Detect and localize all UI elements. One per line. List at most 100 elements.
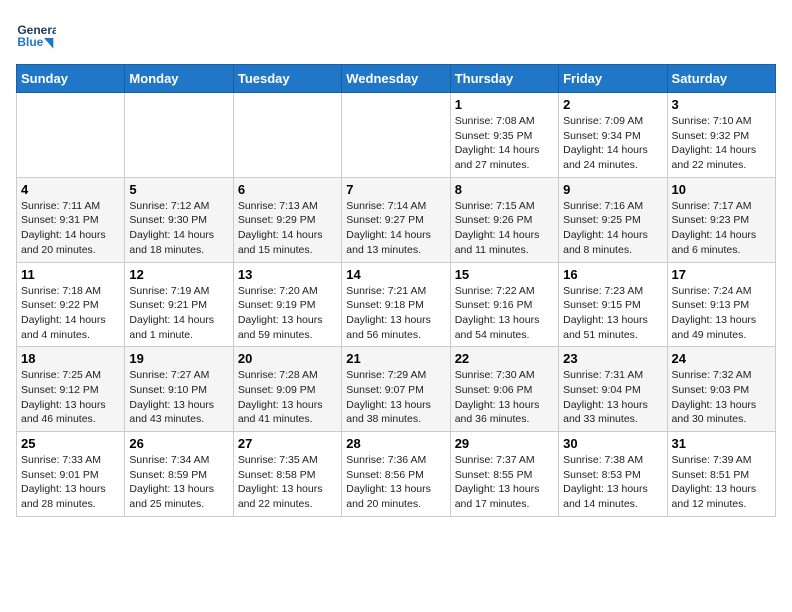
calendar-cell: 25 Sunrise: 7:33 AMSunset: 9:01 PMDayligh…	[17, 432, 125, 517]
calendar-cell: 23 Sunrise: 7:31 AMSunset: 9:04 PMDayligh…	[559, 347, 667, 432]
day-number: 23	[563, 351, 662, 366]
day-info: Sunrise: 7:22 AMSunset: 9:16 PMDaylight:…	[455, 284, 554, 343]
calendar-cell: 31 Sunrise: 7:39 AMSunset: 8:51 PMDayligh…	[667, 432, 775, 517]
calendar-cell: 10 Sunrise: 7:17 AMSunset: 9:23 PMDayligh…	[667, 177, 775, 262]
calendar-cell: 20 Sunrise: 7:28 AMSunset: 9:09 PMDayligh…	[233, 347, 341, 432]
weekday-header-wednesday: Wednesday	[342, 65, 450, 93]
day-info: Sunrise: 7:18 AMSunset: 9:22 PMDaylight:…	[21, 284, 120, 343]
day-info: Sunrise: 7:25 AMSunset: 9:12 PMDaylight:…	[21, 368, 120, 427]
day-number: 5	[129, 182, 228, 197]
calendar-cell: 17 Sunrise: 7:24 AMSunset: 9:13 PMDayligh…	[667, 262, 775, 347]
calendar-body: 1 Sunrise: 7:08 AMSunset: 9:35 PMDaylight…	[17, 93, 776, 517]
calendar-cell: 6 Sunrise: 7:13 AMSunset: 9:29 PMDaylight…	[233, 177, 341, 262]
calendar-cell: 22Sunrise: 7:30 AMSunset: 9:06 PMDayligh…	[450, 347, 558, 432]
calendar-cell: 11Sunrise: 7:18 AMSunset: 9:22 PMDayligh…	[17, 262, 125, 347]
day-info: Sunrise: 7:39 AMSunset: 8:51 PMDaylight:…	[672, 453, 771, 512]
calendar-cell	[17, 93, 125, 178]
day-info: Sunrise: 7:33 AMSunset: 9:01 PMDaylight:…	[21, 453, 120, 512]
day-number: 17	[672, 267, 771, 282]
calendar-week-5: 25 Sunrise: 7:33 AMSunset: 9:01 PMDayligh…	[17, 432, 776, 517]
calendar-cell: 28 Sunrise: 7:36 AMSunset: 8:56 PMDayligh…	[342, 432, 450, 517]
day-number: 9	[563, 182, 662, 197]
day-number: 19	[129, 351, 228, 366]
day-number: 8	[455, 182, 554, 197]
day-number: 2	[563, 97, 662, 112]
day-number: 31	[672, 436, 771, 451]
calendar-cell: 12 Sunrise: 7:19 AMSunset: 9:21 PMDayligh…	[125, 262, 233, 347]
calendar-cell: 8 Sunrise: 7:15 AMSunset: 9:26 PMDaylight…	[450, 177, 558, 262]
day-number: 28	[346, 436, 445, 451]
day-info: Sunrise: 7:09 AMSunset: 9:34 PMDaylight:…	[563, 114, 662, 173]
day-info: Sunrise: 7:28 AMSunset: 9:09 PMDaylight:…	[238, 368, 337, 427]
calendar-week-1: 1 Sunrise: 7:08 AMSunset: 9:35 PMDaylight…	[17, 93, 776, 178]
calendar-cell	[233, 93, 341, 178]
calendar-cell: 30Sunrise: 7:38 AMSunset: 8:53 PMDayligh…	[559, 432, 667, 517]
day-number: 25	[21, 436, 120, 451]
calendar-cell: 15Sunrise: 7:22 AMSunset: 9:16 PMDayligh…	[450, 262, 558, 347]
day-info: Sunrise: 7:23 AMSunset: 9:15 PMDaylight:…	[563, 284, 662, 343]
weekday-header-saturday: Saturday	[667, 65, 775, 93]
day-info: Sunrise: 7:08 AMSunset: 9:35 PMDaylight:…	[455, 114, 554, 173]
day-info: Sunrise: 7:13 AMSunset: 9:29 PMDaylight:…	[238, 199, 337, 258]
day-number: 13	[238, 267, 337, 282]
day-info: Sunrise: 7:32 AMSunset: 9:03 PMDaylight:…	[672, 368, 771, 427]
day-number: 22	[455, 351, 554, 366]
day-number: 26	[129, 436, 228, 451]
calendar-cell: 26 Sunrise: 7:34 AMSunset: 8:59 PMDayligh…	[125, 432, 233, 517]
day-number: 3	[672, 97, 771, 112]
calendar-cell	[125, 93, 233, 178]
calendar-week-2: 4 Sunrise: 7:11 AMSunset: 9:31 PMDaylight…	[17, 177, 776, 262]
day-number: 10	[672, 182, 771, 197]
weekday-header-monday: Monday	[125, 65, 233, 93]
logo: General Blue	[16, 16, 56, 56]
day-info: Sunrise: 7:34 AMSunset: 8:59 PMDaylight:…	[129, 453, 228, 512]
calendar-cell: 19 Sunrise: 7:27 AMSunset: 9:10 PMDayligh…	[125, 347, 233, 432]
page-header: General Blue	[16, 16, 776, 56]
day-info: Sunrise: 7:16 AMSunset: 9:25 PMDaylight:…	[563, 199, 662, 258]
calendar-cell: 5Sunrise: 7:12 AMSunset: 9:30 PMDaylight…	[125, 177, 233, 262]
calendar-table: SundayMondayTuesdayWednesdayThursdayFrid…	[16, 64, 776, 517]
calendar-cell: 24 Sunrise: 7:32 AMSunset: 9:03 PMDayligh…	[667, 347, 775, 432]
weekday-header-tuesday: Tuesday	[233, 65, 341, 93]
day-number: 30	[563, 436, 662, 451]
calendar-week-4: 18 Sunrise: 7:25 AMSunset: 9:12 PMDayligh…	[17, 347, 776, 432]
weekday-header-friday: Friday	[559, 65, 667, 93]
day-info: Sunrise: 7:15 AMSunset: 9:26 PMDaylight:…	[455, 199, 554, 258]
day-info: Sunrise: 7:21 AMSunset: 9:18 PMDaylight:…	[346, 284, 445, 343]
day-number: 12	[129, 267, 228, 282]
day-number: 14	[346, 267, 445, 282]
calendar-cell: 14 Sunrise: 7:21 AMSunset: 9:18 PMDayligh…	[342, 262, 450, 347]
calendar-cell: 21 Sunrise: 7:29 AMSunset: 9:07 PMDayligh…	[342, 347, 450, 432]
day-info: Sunrise: 7:10 AMSunset: 9:32 PMDaylight:…	[672, 114, 771, 173]
day-info: Sunrise: 7:37 AMSunset: 8:55 PMDaylight:…	[455, 453, 554, 512]
calendar-cell: 4 Sunrise: 7:11 AMSunset: 9:31 PMDaylight…	[17, 177, 125, 262]
calendar-cell: 9 Sunrise: 7:16 AMSunset: 9:25 PMDaylight…	[559, 177, 667, 262]
day-number: 6	[238, 182, 337, 197]
day-number: 16	[563, 267, 662, 282]
day-info: Sunrise: 7:29 AMSunset: 9:07 PMDaylight:…	[346, 368, 445, 427]
day-number: 20	[238, 351, 337, 366]
calendar-cell: 7Sunrise: 7:14 AMSunset: 9:27 PMDaylight…	[342, 177, 450, 262]
day-number: 21	[346, 351, 445, 366]
day-info: Sunrise: 7:19 AMSunset: 9:21 PMDaylight:…	[129, 284, 228, 343]
day-info: Sunrise: 7:36 AMSunset: 8:56 PMDaylight:…	[346, 453, 445, 512]
day-info: Sunrise: 7:31 AMSunset: 9:04 PMDaylight:…	[563, 368, 662, 427]
weekday-header-sunday: Sunday	[17, 65, 125, 93]
calendar-cell: 16 Sunrise: 7:23 AMSunset: 9:15 PMDayligh…	[559, 262, 667, 347]
day-info: Sunrise: 7:24 AMSunset: 9:13 PMDaylight:…	[672, 284, 771, 343]
calendar-cell	[342, 93, 450, 178]
day-info: Sunrise: 7:20 AMSunset: 9:19 PMDaylight:…	[238, 284, 337, 343]
calendar-cell: 13 Sunrise: 7:20 AMSunset: 9:19 PMDayligh…	[233, 262, 341, 347]
day-info: Sunrise: 7:11 AMSunset: 9:31 PMDaylight:…	[21, 199, 120, 258]
day-number: 18	[21, 351, 120, 366]
day-number: 4	[21, 182, 120, 197]
svg-text:Blue: Blue	[17, 35, 43, 49]
day-info: Sunrise: 7:27 AMSunset: 9:10 PMDaylight:…	[129, 368, 228, 427]
calendar-cell: 29Sunrise: 7:37 AMSunset: 8:55 PMDayligh…	[450, 432, 558, 517]
day-info: Sunrise: 7:17 AMSunset: 9:23 PMDaylight:…	[672, 199, 771, 258]
calendar-week-3: 11Sunrise: 7:18 AMSunset: 9:22 PMDayligh…	[17, 262, 776, 347]
day-number: 24	[672, 351, 771, 366]
weekday-header-thursday: Thursday	[450, 65, 558, 93]
day-number: 1	[455, 97, 554, 112]
weekday-header-row: SundayMondayTuesdayWednesdayThursdayFrid…	[17, 65, 776, 93]
